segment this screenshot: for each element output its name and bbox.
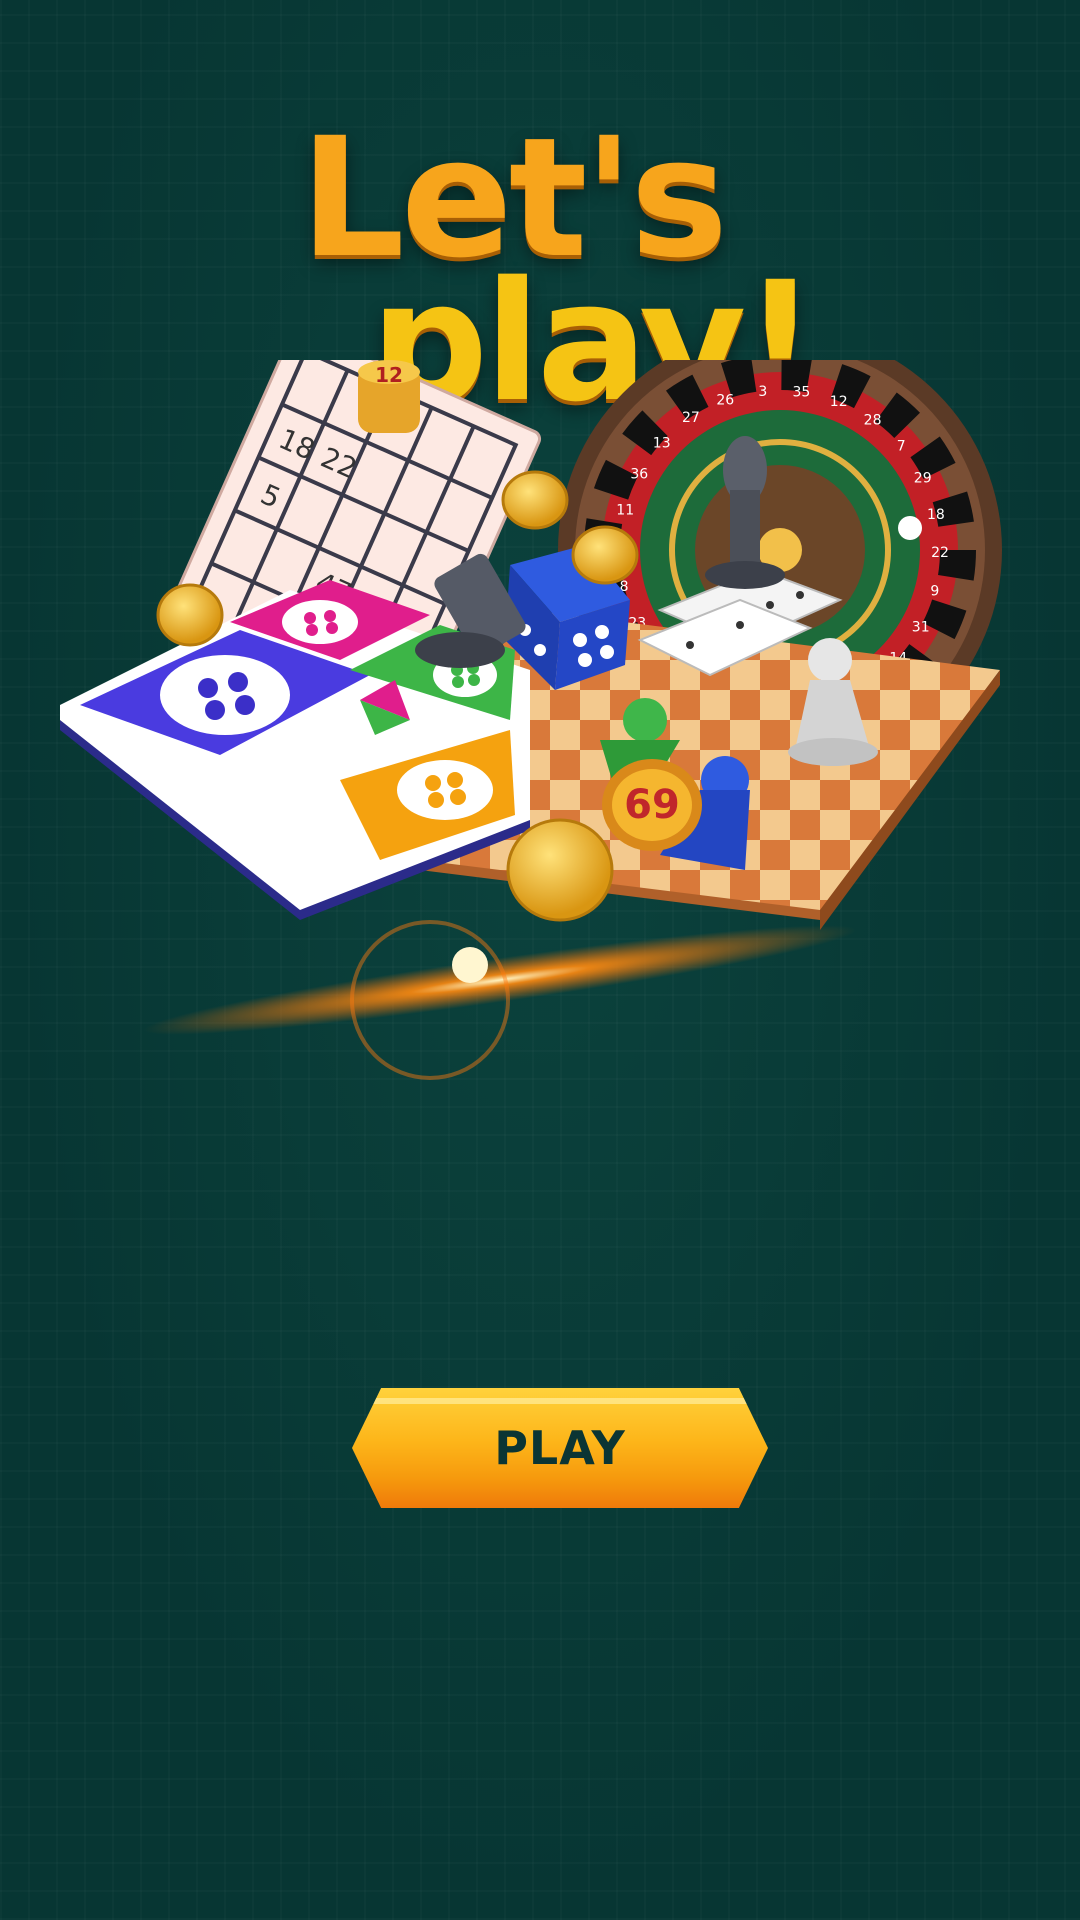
roulette-number: 31 bbox=[912, 619, 930, 635]
roulette-number: 7 bbox=[897, 439, 906, 455]
roulette-number: 27 bbox=[682, 410, 700, 426]
roulette-ball bbox=[898, 516, 922, 540]
roulette-number: 13 bbox=[653, 435, 671, 451]
bingo-ball-number: 69 bbox=[624, 782, 680, 828]
roulette-number: 36 bbox=[630, 467, 648, 483]
roulette-number: 26 bbox=[716, 393, 734, 409]
roulette-number: 28 bbox=[864, 413, 882, 429]
roulette-number: 12 bbox=[830, 394, 848, 410]
bingo-ball: 69 bbox=[602, 759, 702, 851]
roulette-number: 18 bbox=[927, 507, 945, 523]
roulette-number: 3 bbox=[758, 384, 767, 400]
light-flare bbox=[143, 920, 857, 1080]
roulette-number: 29 bbox=[914, 471, 932, 487]
play-button[interactable]: PLAY bbox=[352, 1388, 768, 1508]
roulette-number: 22 bbox=[931, 545, 949, 561]
keg-number: 12 bbox=[375, 363, 403, 387]
roulette-number: 11 bbox=[616, 503, 634, 519]
roulette-number: 9 bbox=[930, 583, 939, 599]
bingo-keg: 12 bbox=[358, 360, 420, 433]
board-games-illustration: 2633512287291822931142013316245102383011… bbox=[60, 360, 1002, 1080]
roulette-number: 35 bbox=[792, 384, 810, 400]
play-button-label: PLAY bbox=[494, 1421, 626, 1475]
